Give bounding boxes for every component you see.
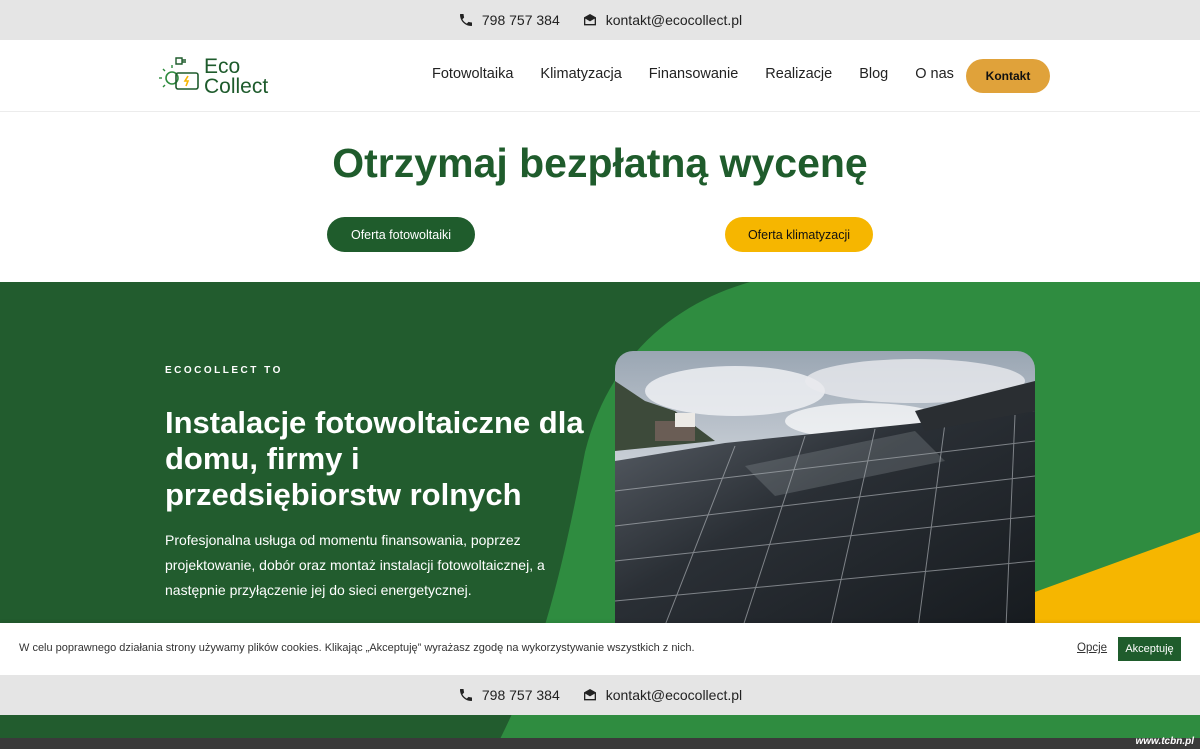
phone-contact-bottom[interactable]: 798 757 384: [458, 687, 560, 703]
logo-mark-icon: [158, 54, 200, 99]
logo-line-eco: Eco: [204, 54, 241, 78]
phone-icon: [458, 12, 474, 28]
cookie-options-link[interactable]: Opcje: [1077, 642, 1107, 654]
phone-number: 798 757 384: [481, 12, 560, 28]
hero-eyebrow: ECOCOLLECT TO: [165, 365, 283, 376]
mail-icon: [582, 687, 598, 703]
logo-line-collect: Collect: [204, 74, 269, 98]
quote-title: Otrzymaj bezpłatną wycenę: [332, 140, 868, 186]
nav-blog[interactable]: Blog: [859, 66, 888, 82]
nav-fotowoltaika[interactable]: Fotowoltaika: [432, 66, 513, 82]
site-header: Eco Collect Fotowoltaika Klimatyzacja Fi…: [0, 40, 1200, 112]
solar-panels-photo: [615, 351, 1035, 651]
pv-offer-button[interactable]: Oferta fotowoltaiki: [327, 217, 475, 252]
bottom-strip: [0, 738, 1200, 749]
watermark: www.tcbn.pl: [1135, 736, 1194, 747]
email-contact-bottom[interactable]: kontakt@ecocollect.pl: [582, 687, 742, 703]
logo[interactable]: Eco Collect: [158, 54, 268, 99]
nav-finansowanie[interactable]: Finansowanie: [649, 66, 738, 82]
nav-realizacje[interactable]: Realizacje: [765, 66, 832, 82]
email-contact[interactable]: kontakt@ecocollect.pl: [582, 12, 742, 28]
ac-offer-button[interactable]: Oferta klimatyzacji: [725, 217, 873, 252]
hero-description: Profesjonalna usługa od momentu finansow…: [165, 532, 545, 598]
mail-icon: [582, 12, 598, 28]
kontakt-button[interactable]: Kontakt: [966, 59, 1050, 93]
hero-title: Instalacje fotowoltaiczne dla domu, firm…: [165, 405, 584, 512]
top-contact-bar: 798 757 384 kontakt@ecocollect.pl: [0, 0, 1200, 40]
cookie-accept-button[interactable]: Akceptuję: [1118, 637, 1181, 661]
phone-icon: [458, 687, 474, 703]
email-address-bottom: kontakt@ecocollect.pl: [605, 687, 743, 703]
main-nav: Fotowoltaika Klimatyzacja Finansowanie R…: [432, 66, 954, 82]
nav-o-nas[interactable]: O nas: [915, 66, 954, 82]
cookie-banner: W celu poprawnego działania strony używa…: [0, 623, 1200, 675]
bottom-contact-bar: 798 757 384 kontakt@ecocollect.pl: [0, 675, 1200, 715]
nav-klimatyzacja[interactable]: Klimatyzacja: [540, 66, 621, 82]
cookie-text: W celu poprawnego działania strony używa…: [19, 642, 695, 654]
email-address: kontakt@ecocollect.pl: [605, 12, 743, 28]
phone-number-bottom: 798 757 384: [481, 687, 560, 703]
phone-contact[interactable]: 798 757 384: [458, 12, 560, 28]
